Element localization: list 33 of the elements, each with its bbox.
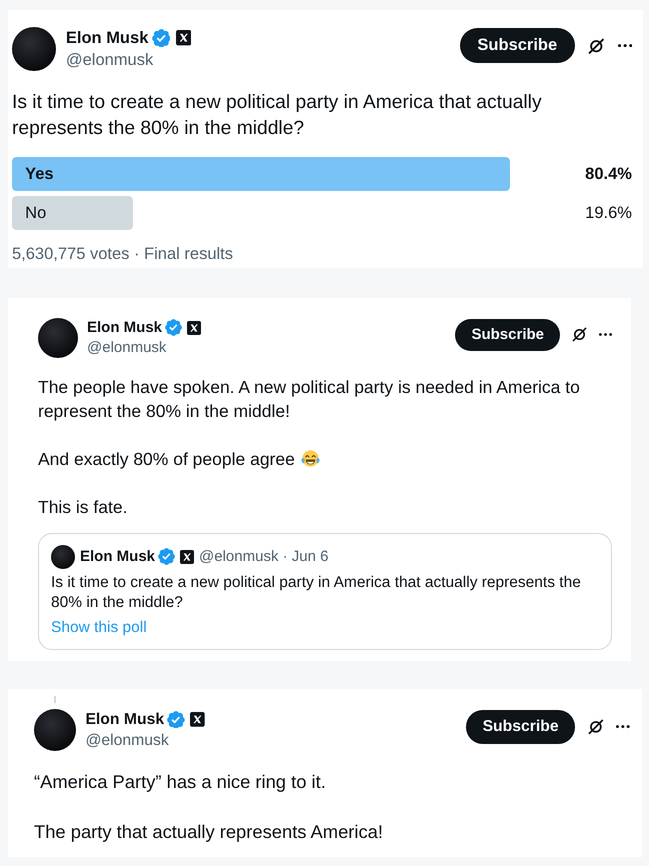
- post-text: This is fate.: [38, 496, 128, 517]
- avatar: [51, 544, 75, 569]
- quoted-post-text: Is it time to create a new political party in America that actually represents the 80% in the middle?: [51, 572, 582, 613]
- post-text: And exactly 80% of people agree: [38, 448, 295, 469]
- poll-option-percent: 80.4%: [585, 164, 632, 185]
- post-text: “America Party” has a nice ring to it.: [34, 770, 326, 792]
- slashed-circle-icon[interactable]: [572, 327, 587, 342]
- post-text: Is it time to create a new political party in America that actually represents the 80% in the middle?: [12, 92, 542, 140]
- poll-summary: 5,630,775 votes · Final results: [12, 244, 234, 265]
- slashed-circle-icon[interactable]: [588, 38, 604, 54]
- author-name: Elon Musk: [80, 546, 156, 567]
- post-text: The people have spoken. A new political party is needed in America to represent the 80% in the middle!: [38, 376, 580, 421]
- subscribe-button[interactable]: Subscribe: [466, 710, 576, 744]
- avatar[interactable]: [38, 318, 78, 358]
- author-name: Elon Musk: [87, 318, 162, 338]
- more-options-icon[interactable]: [616, 725, 630, 728]
- post-text: The party that actually represents America!: [34, 821, 383, 842]
- quoted-post-card[interactable]: Elon Musk @elonmusk · Jun 6 Is it time to create a new political party in America that actually represents the 80% in the middle? Show this poll: [38, 532, 612, 650]
- slashed-circle-icon[interactable]: [588, 718, 604, 735]
- author-handle: @elonmusk: [87, 338, 168, 358]
- subscribe-button[interactable]: Subscribe: [455, 318, 560, 351]
- author-name: Elon Musk: [85, 710, 164, 730]
- author-handle: @elonmusk: [85, 731, 170, 751]
- post-meta: @elonmusk · Jun 6: [199, 546, 328, 567]
- poll-option-label: Yes: [25, 164, 54, 185]
- poll-option-label: No: [25, 202, 46, 224]
- author-handle: @elonmusk: [66, 50, 154, 72]
- avatar[interactable]: [34, 709, 76, 751]
- more-options-icon[interactable]: [599, 333, 612, 336]
- author-name: Elon Musk: [66, 28, 148, 50]
- more-options-icon[interactable]: [618, 44, 632, 48]
- poll-option-percent: 19.6%: [585, 202, 632, 224]
- subscribe-button[interactable]: Subscribe: [460, 28, 575, 64]
